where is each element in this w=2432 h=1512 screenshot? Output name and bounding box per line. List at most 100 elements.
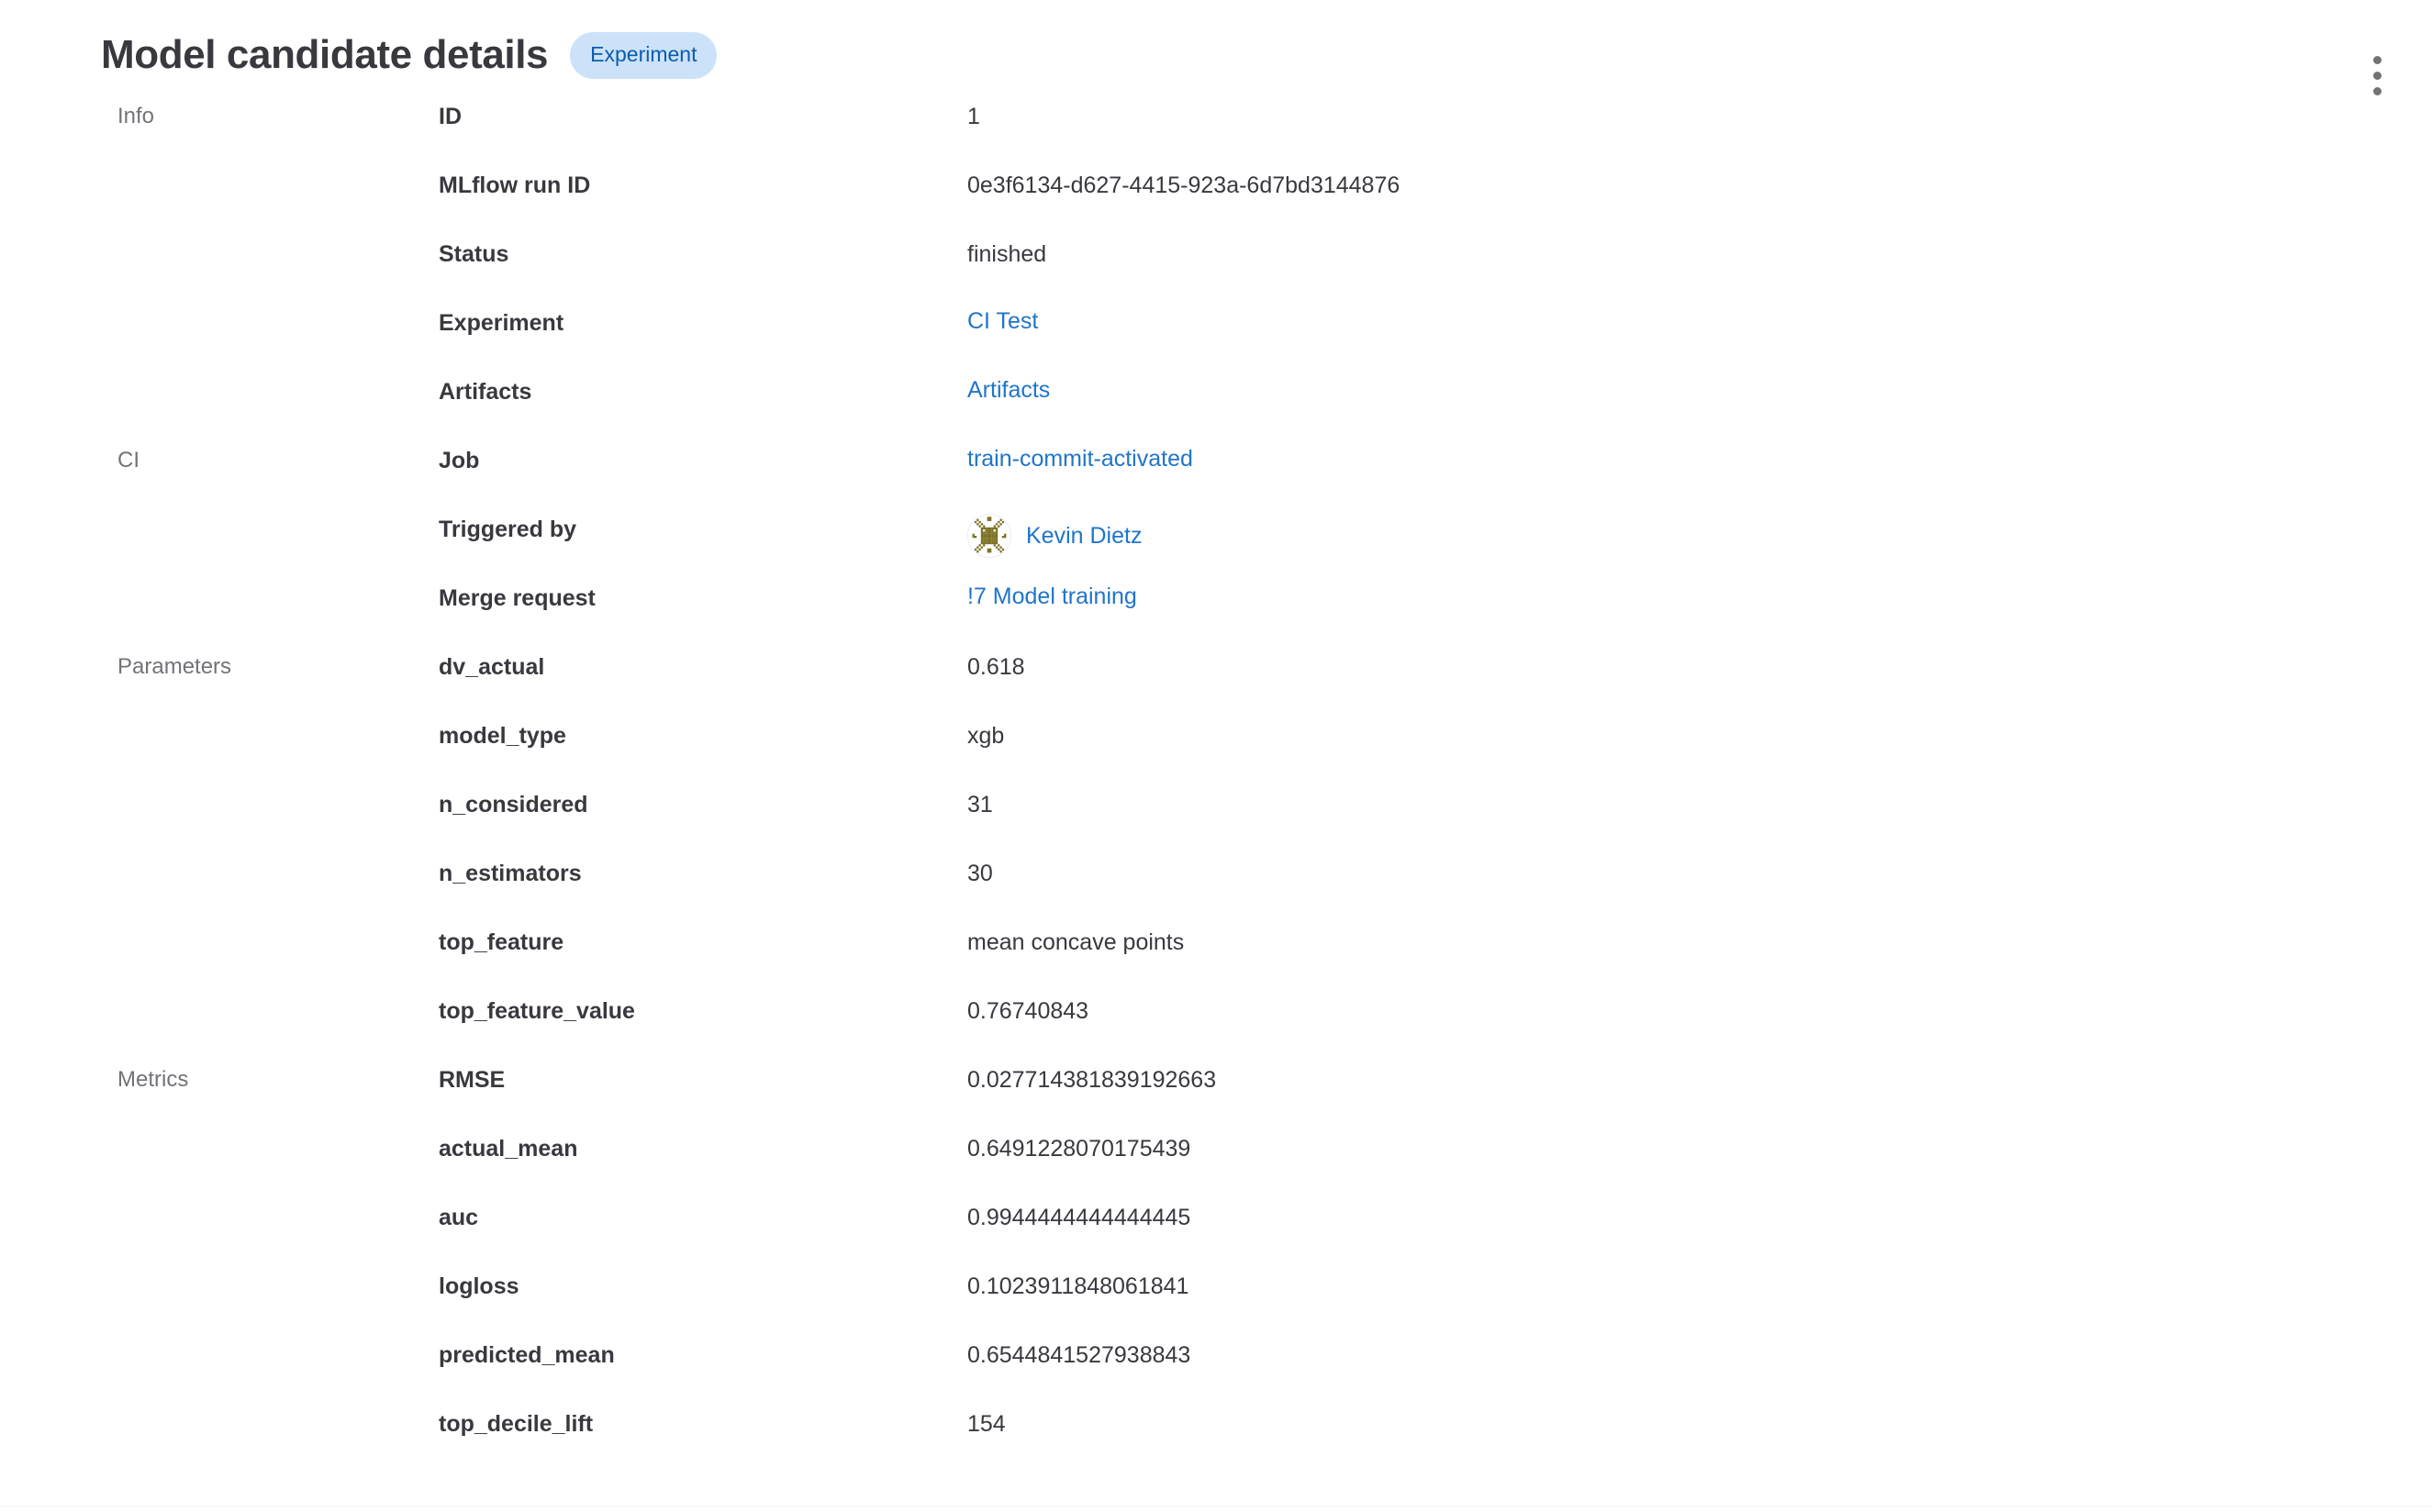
detail-value: !7 Model training (967, 581, 2432, 610)
detail-value-link[interactable]: !7 Model training (967, 583, 1137, 610)
detail-section: MetricsRMSE0.027714381839192663actual_me… (117, 1062, 2432, 1475)
section-label-spacer (117, 1269, 439, 1273)
user-cell: Kevin Dietz (967, 514, 1142, 558)
detail-value: xgb (967, 718, 2432, 750)
section-label-spacer (117, 512, 439, 516)
section-label-spacer (117, 1338, 439, 1341)
kebab-dot (2373, 72, 2382, 80)
model-candidate-details-page: Model candidate details Experiment InfoI… (0, 0, 2432, 1512)
kebab-menu-icon[interactable] (2360, 48, 2393, 103)
detail-value: 0.76740843 (967, 994, 2432, 1025)
detail-row: model_typexgb (117, 718, 2432, 787)
section-label-spacer (117, 168, 439, 172)
detail-label: top_decile_lift (439, 1406, 967, 1438)
detail-value-link[interactable]: CI Test (967, 307, 1038, 335)
detail-row: top_feature_value0.76740843 (117, 994, 2432, 1062)
detail-value: mean concave points (967, 925, 2432, 956)
detail-label: RMSE (439, 1062, 967, 1094)
detail-label: n_estimators (439, 856, 967, 887)
detail-label: Artifacts (439, 374, 967, 406)
kebab-dot (2373, 87, 2382, 95)
detail-value: 0.1023911848061841 (967, 1269, 2432, 1300)
avatar (967, 514, 1011, 558)
detail-value: 154 (967, 1406, 2432, 1438)
detail-section: InfoID1MLflow run ID0e3f6134-d627-4415-9… (117, 99, 2432, 443)
detail-value: finished (967, 237, 2432, 268)
detail-row: top_decile_lift154 (117, 1406, 2432, 1475)
detail-label: top_feature (439, 925, 967, 956)
section-label-spacer (117, 1406, 439, 1410)
detail-row: logloss0.1023911848061841 (117, 1269, 2432, 1338)
detail-row: n_estimators30 (117, 856, 2432, 925)
detail-row: ExperimentCI Test (117, 306, 2432, 374)
section-label-spacer (117, 856, 439, 860)
detail-value: 30 (967, 856, 2432, 887)
detail-value: train-commit-activated (967, 443, 2432, 472)
detail-section: Parametersdv_actual0.618model_typexgbn_c… (117, 650, 2432, 1062)
detail-label: top_feature_value (439, 994, 967, 1025)
detail-value: 0.6491228070175439 (967, 1131, 2432, 1162)
detail-label: Triggered by (439, 512, 967, 543)
section-label-spacer (117, 787, 439, 791)
detail-value: 0.027714381839192663 (967, 1062, 2432, 1094)
detail-label: ID (439, 99, 967, 130)
detail-label: n_considered (439, 787, 967, 818)
section-label-spacer (117, 374, 439, 378)
detail-value: 0.6544841527938843 (967, 1338, 2432, 1369)
detail-row: ArtifactsArtifacts (117, 374, 2432, 443)
detail-row: n_considered31 (117, 787, 2432, 856)
detail-row: MetricsRMSE0.027714381839192663 (117, 1062, 2432, 1131)
detail-label: auc (439, 1200, 967, 1231)
section-label: Info (117, 99, 439, 130)
detail-label: actual_mean (439, 1131, 967, 1162)
status-badge: Experiment (570, 32, 717, 79)
kebab-dot (2373, 56, 2382, 64)
page-header: Model candidate details Experiment (0, 0, 2432, 83)
details-list: InfoID1MLflow run ID0e3f6134-d627-4415-9… (0, 83, 2432, 1475)
detail-value: Artifacts (967, 374, 2432, 404)
section-label-spacer (117, 718, 439, 722)
section-label: Metrics (117, 1062, 439, 1094)
detail-row: Parametersdv_actual0.618 (117, 650, 2432, 718)
detail-value-link[interactable]: Artifacts (967, 376, 1050, 404)
detail-label: Experiment (439, 306, 967, 337)
detail-row: auc0.9944444444444445 (117, 1200, 2432, 1269)
detail-value: CI Test (967, 306, 2432, 335)
detail-row: MLflow run ID0e3f6134-d627-4415-923a-6d7… (117, 168, 2432, 237)
detail-label: logloss (439, 1269, 967, 1300)
section-label-spacer (117, 237, 439, 240)
section-label-spacer (117, 581, 439, 584)
detail-label: Merge request (439, 581, 967, 612)
detail-row: actual_mean0.6491228070175439 (117, 1131, 2432, 1200)
detail-value: 1 (967, 99, 2432, 130)
detail-value: 0e3f6134-d627-4415-923a-6d7bd3144876 (967, 168, 2432, 199)
detail-label: Job (439, 443, 967, 474)
detail-row: top_featuremean concave points (117, 925, 2432, 994)
detail-label: Status (439, 237, 967, 268)
detail-label: model_type (439, 718, 967, 750)
section-label-spacer (117, 925, 439, 928)
section-label: CI (117, 443, 439, 474)
detail-label: predicted_mean (439, 1338, 967, 1369)
detail-value-link[interactable]: train-commit-activated (967, 445, 1193, 472)
section-label-spacer (117, 1200, 439, 1204)
detail-value: Kevin Dietz (967, 512, 2432, 558)
detail-value: 31 (967, 787, 2432, 818)
detail-row: Merge request!7 Model training (117, 581, 2432, 650)
detail-label: MLflow run ID (439, 168, 967, 199)
detail-row: CIJobtrain-commit-activated (117, 443, 2432, 512)
detail-row: Triggered by Kevin Dietz (117, 512, 2432, 581)
section-label-spacer (117, 994, 439, 997)
detail-row: Statusfinished (117, 237, 2432, 306)
section-label: Parameters (117, 650, 439, 681)
section-label-spacer (117, 1131, 439, 1135)
detail-section: CIJobtrain-commit-activatedTriggered byK… (117, 443, 2432, 650)
detail-value: 0.618 (967, 650, 2432, 681)
detail-value: 0.9944444444444445 (967, 1200, 2432, 1231)
user-name-link[interactable]: Kevin Dietz (1026, 522, 1142, 550)
page-title: Model candidate details (101, 33, 548, 77)
detail-row: InfoID1 (117, 99, 2432, 168)
detail-label: dv_actual (439, 650, 967, 681)
section-label-spacer (117, 306, 439, 309)
detail-row: predicted_mean0.6544841527938843 (117, 1338, 2432, 1406)
